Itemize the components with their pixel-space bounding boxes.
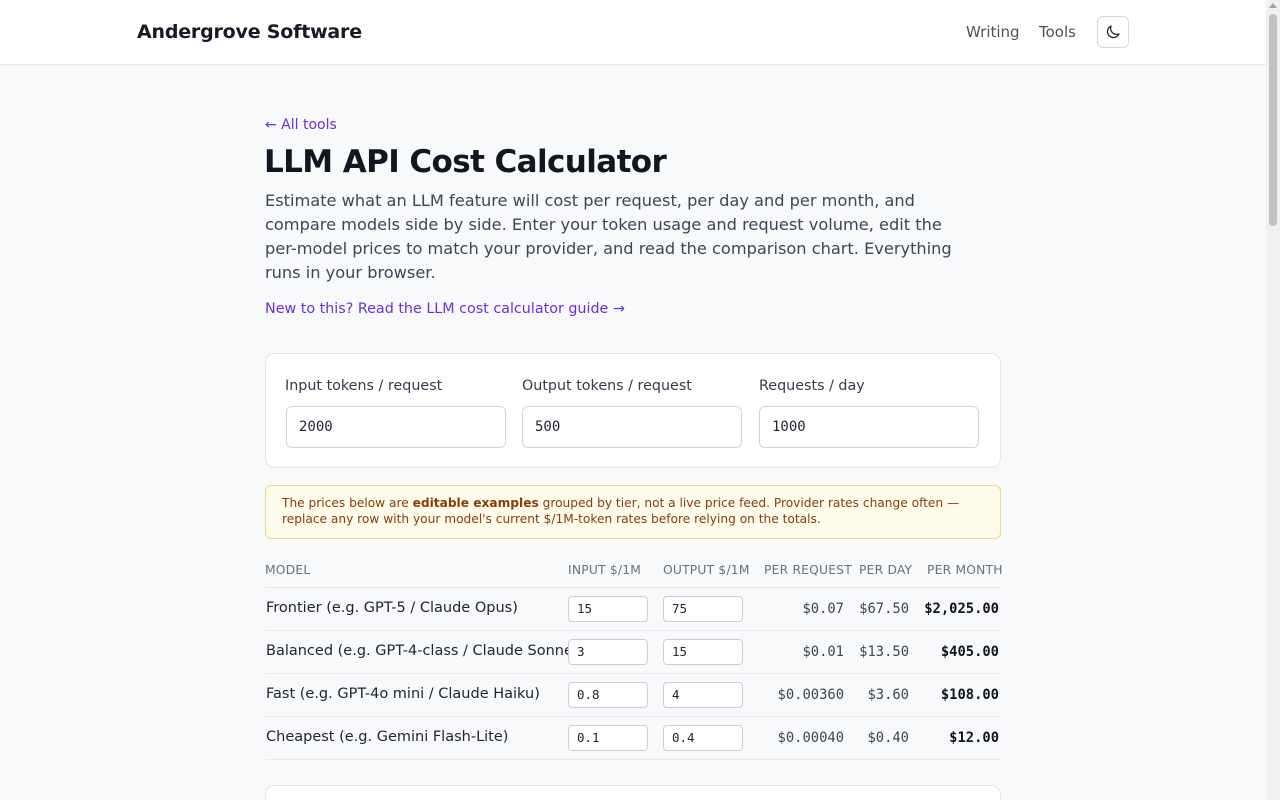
page-scrollbar[interactable] [1266,0,1280,800]
requests-day-field[interactable]: 1000 [759,406,979,448]
theme-toggle-button[interactable] [1097,16,1129,48]
input-price-field[interactable]: 0.8 [568,682,648,708]
per-request-cost: $0.01 [802,644,844,660]
requests-day-label: Requests / day [759,378,865,394]
per-day-cost: $67.50 [859,601,909,617]
input-price-field[interactable]: 3 [568,639,648,665]
col-header-model: MODEL [265,563,311,577]
moon-icon [1106,25,1120,39]
output-tokens-field[interactable]: 500 [522,406,742,448]
model-name: Cheapest (e.g. Gemini Flash-Lite) [266,729,509,745]
model-name: Balanced (e.g. GPT-4-class / Claude Sonn… [266,643,585,659]
table-header-divider [265,587,1001,588]
per-month-cost: $108.00 [940,687,999,703]
col-header-per-request: PER REQUEST [764,563,852,577]
model-name: Frontier (e.g. GPT-5 / Claude Opus) [266,600,518,616]
comparison-chart-card [265,785,1001,800]
pricing-notice: The prices below are editable examples g… [265,485,1001,539]
page-title: LLM API Cost Calculator [264,144,667,180]
notice-text-bold: editable examples [412,496,539,510]
notice-text-before: The prices below are [282,496,413,510]
output-price-field[interactable]: 75 [663,596,743,622]
col-header-per-month: PER MONTH [927,563,1003,577]
site-header: Andergrove Software Writing Tools [0,0,1266,65]
output-tokens-label: Output tokens / request [522,378,692,394]
output-price-field[interactable]: 15 [663,639,743,665]
per-month-cost: $405.00 [940,644,999,660]
col-header-output: OUTPUT $/1M [663,563,750,577]
per-request-cost: $0.00040 [777,730,844,746]
col-header-input: INPUT $/1M [568,563,642,577]
scroll-thumb[interactable] [1269,14,1277,226]
model-name: Fast (e.g. GPT-4o mini / Claude Haiku) [266,686,540,702]
col-header-per-day: PER DAY [859,563,913,577]
per-request-cost: $0.00360 [777,687,844,703]
per-day-cost: $0.40 [867,730,909,746]
intro-paragraph: Estimate what an LLM feature will cost p… [265,191,952,282]
back-to-all-tools-link[interactable]: ← All tools [265,117,337,133]
row-divider [265,673,1001,674]
input-price-field[interactable]: 0.1 [568,725,648,751]
input-tokens-field[interactable]: 2000 [286,406,506,448]
row-divider [265,716,1001,717]
row-divider [265,630,1001,631]
nav-writing[interactable]: Writing [966,23,1020,41]
per-month-cost: $12.00 [949,730,999,746]
per-day-cost: $3.60 [867,687,909,703]
per-request-cost: $0.07 [802,601,844,617]
output-price-field[interactable]: 0.4 [663,725,743,751]
nav-tools[interactable]: Tools [1039,23,1076,41]
per-month-cost: $2,025.00 [924,601,999,617]
scroll-up-arrow-icon[interactable] [1269,3,1277,8]
brand-logo[interactable]: Andergrove Software [137,21,362,43]
per-day-cost: $13.50 [859,644,909,660]
guide-link[interactable]: New to this? Read the LLM cost calculato… [265,301,625,317]
output-price-field[interactable]: 4 [663,682,743,708]
input-tokens-label: Input tokens / request [285,378,443,394]
input-price-field[interactable]: 15 [568,596,648,622]
row-divider [265,759,1001,760]
